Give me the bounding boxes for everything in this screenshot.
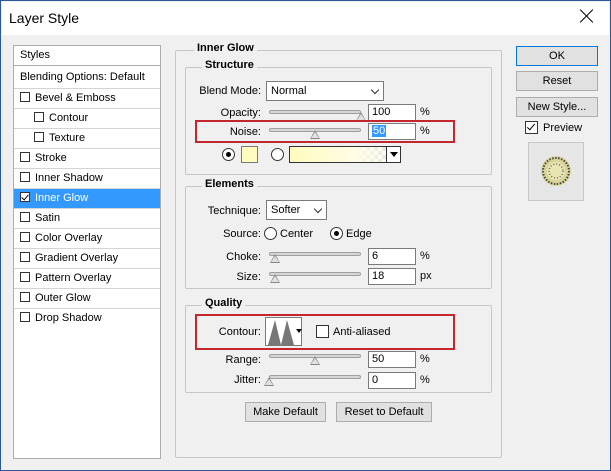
size-input[interactable]: 18 [368,268,416,285]
anti-aliased-label[interactable]: Anti-aliased [333,326,390,338]
preview-checkbox[interactable] [525,121,538,134]
choke-label: Choke: [226,251,261,263]
style-item-color-overlay[interactable]: Color Overlay [14,229,160,249]
style-item-outer-glow[interactable]: Outer Glow [14,289,160,309]
range-input[interactable]: 50 [368,351,416,368]
jitter-slider-thumb[interactable] [264,377,274,386]
size-label: Size: [236,271,261,283]
technique-select[interactable]: Softer [266,200,327,220]
close-icon[interactable] [579,8,595,24]
style-item-contour[interactable]: Contour [14,109,160,129]
dialog-title: Layer Style [9,10,80,26]
source-edge-radio[interactable] [330,227,343,240]
range-label: Range: [225,354,261,366]
drop-shadow-checkbox[interactable] [20,312,30,322]
style-item-satin[interactable]: Satin [14,209,160,229]
triangle-down-icon[interactable] [296,329,302,333]
style-item-pattern-overlay[interactable]: Pattern Overlay [14,269,160,289]
styles-list: Styles Blending Options: Default Bevel &… [13,45,161,459]
blend-mode-label: Blend Mode: [199,85,261,97]
inner-glow-title: Inner Glow [194,42,257,54]
satin-checkbox[interactable] [20,212,30,222]
technique-label: Technique: [207,205,261,217]
gradient-radio[interactable] [271,148,284,161]
ok-button[interactable]: OK [516,46,598,66]
opacity-label: Opacity: [220,107,261,119]
noise-slider-thumb[interactable] [310,130,320,139]
blend-mode-select[interactable]: Normal [266,81,384,101]
layer-style-dialog: Layer Style Styles Blending Options: Def… [0,0,611,471]
solid-color-radio[interactable] [222,148,235,161]
style-item-bevel-emboss[interactable]: Bevel & Emboss [14,89,160,109]
style-item-gradient-overlay[interactable]: Gradient Overlay [14,249,160,269]
jitter-input[interactable]: 0 [368,372,416,389]
source-center-radio[interactable] [264,227,277,240]
size-slider-track[interactable] [269,272,361,276]
triangle-down-icon [390,152,398,157]
reset-button[interactable]: Reset [516,71,598,91]
noise-label: Noise: [229,126,261,138]
pattern-overlay-checkbox[interactable] [20,272,30,282]
outer-glow-checkbox[interactable] [20,292,30,302]
gradient-picker[interactable] [289,146,401,163]
color-overlay-checkbox[interactable] [20,232,30,242]
gradient-dropdown-button[interactable] [386,147,400,162]
range-unit: % [420,353,430,365]
source-label: Source: [223,228,261,240]
inner-glow-checkbox[interactable] [20,192,30,202]
new-style-button[interactable]: New Style... [516,97,598,117]
opacity-input[interactable]: 100 [368,104,416,121]
title-bar: Layer Style [2,2,609,35]
checkmark-icon [526,121,536,131]
elements-title: Elements [202,178,257,190]
contour-checkbox[interactable] [34,112,44,122]
glow-color-swatch[interactable] [241,146,258,163]
chevron-down-icon [313,204,323,214]
preview-glow-icon [541,156,571,186]
structure-title: Structure [202,59,257,71]
style-item-inner-glow[interactable]: Inner Glow [14,189,160,209]
choke-slider-thumb[interactable] [269,254,280,263]
texture-checkbox[interactable] [34,132,44,142]
gradient-overlay-checkbox[interactable] [20,252,30,262]
choke-unit: % [420,250,430,262]
preview-label[interactable]: Preview [543,122,582,134]
blending-options-item[interactable]: Blending Options: Default [14,66,160,89]
style-item-inner-shadow[interactable]: Inner Shadow [14,169,160,189]
source-center-label[interactable]: Center [280,228,313,240]
anti-aliased-checkbox[interactable] [316,325,329,338]
range-slider-thumb[interactable] [310,356,320,365]
preview-thumbnail [528,142,584,201]
contour-picker[interactable] [265,317,302,346]
choke-input[interactable]: 6 [368,248,416,265]
inner-shadow-checkbox[interactable] [20,172,30,182]
choke-slider-track[interactable] [269,252,361,256]
make-default-button[interactable]: Make Default [245,402,326,422]
bevel-emboss-checkbox[interactable] [20,92,30,102]
reset-to-default-button[interactable]: Reset to Default [336,402,432,422]
style-item-stroke[interactable]: Stroke [14,149,160,169]
quality-title: Quality [202,297,246,309]
contour-curve-icon [267,318,295,345]
styles-header[interactable]: Styles [14,46,160,66]
chevron-down-icon [370,85,380,95]
noise-unit: % [420,125,430,137]
source-edge-label[interactable]: Edge [346,228,372,240]
opacity-slider-track[interactable] [269,110,361,114]
opacity-unit: % [420,106,430,118]
stroke-checkbox[interactable] [20,152,30,162]
jitter-label: Jitter: [234,374,261,386]
jitter-unit: % [420,374,430,386]
contour-label: Contour: [218,326,261,338]
size-unit: px [420,270,432,282]
jitter-slider-track[interactable] [269,375,361,379]
style-item-texture[interactable]: Texture [14,129,160,149]
size-slider-thumb[interactable] [270,274,281,283]
style-item-drop-shadow[interactable]: Drop Shadow [14,309,160,329]
noise-input[interactable]: 50 [368,123,416,140]
